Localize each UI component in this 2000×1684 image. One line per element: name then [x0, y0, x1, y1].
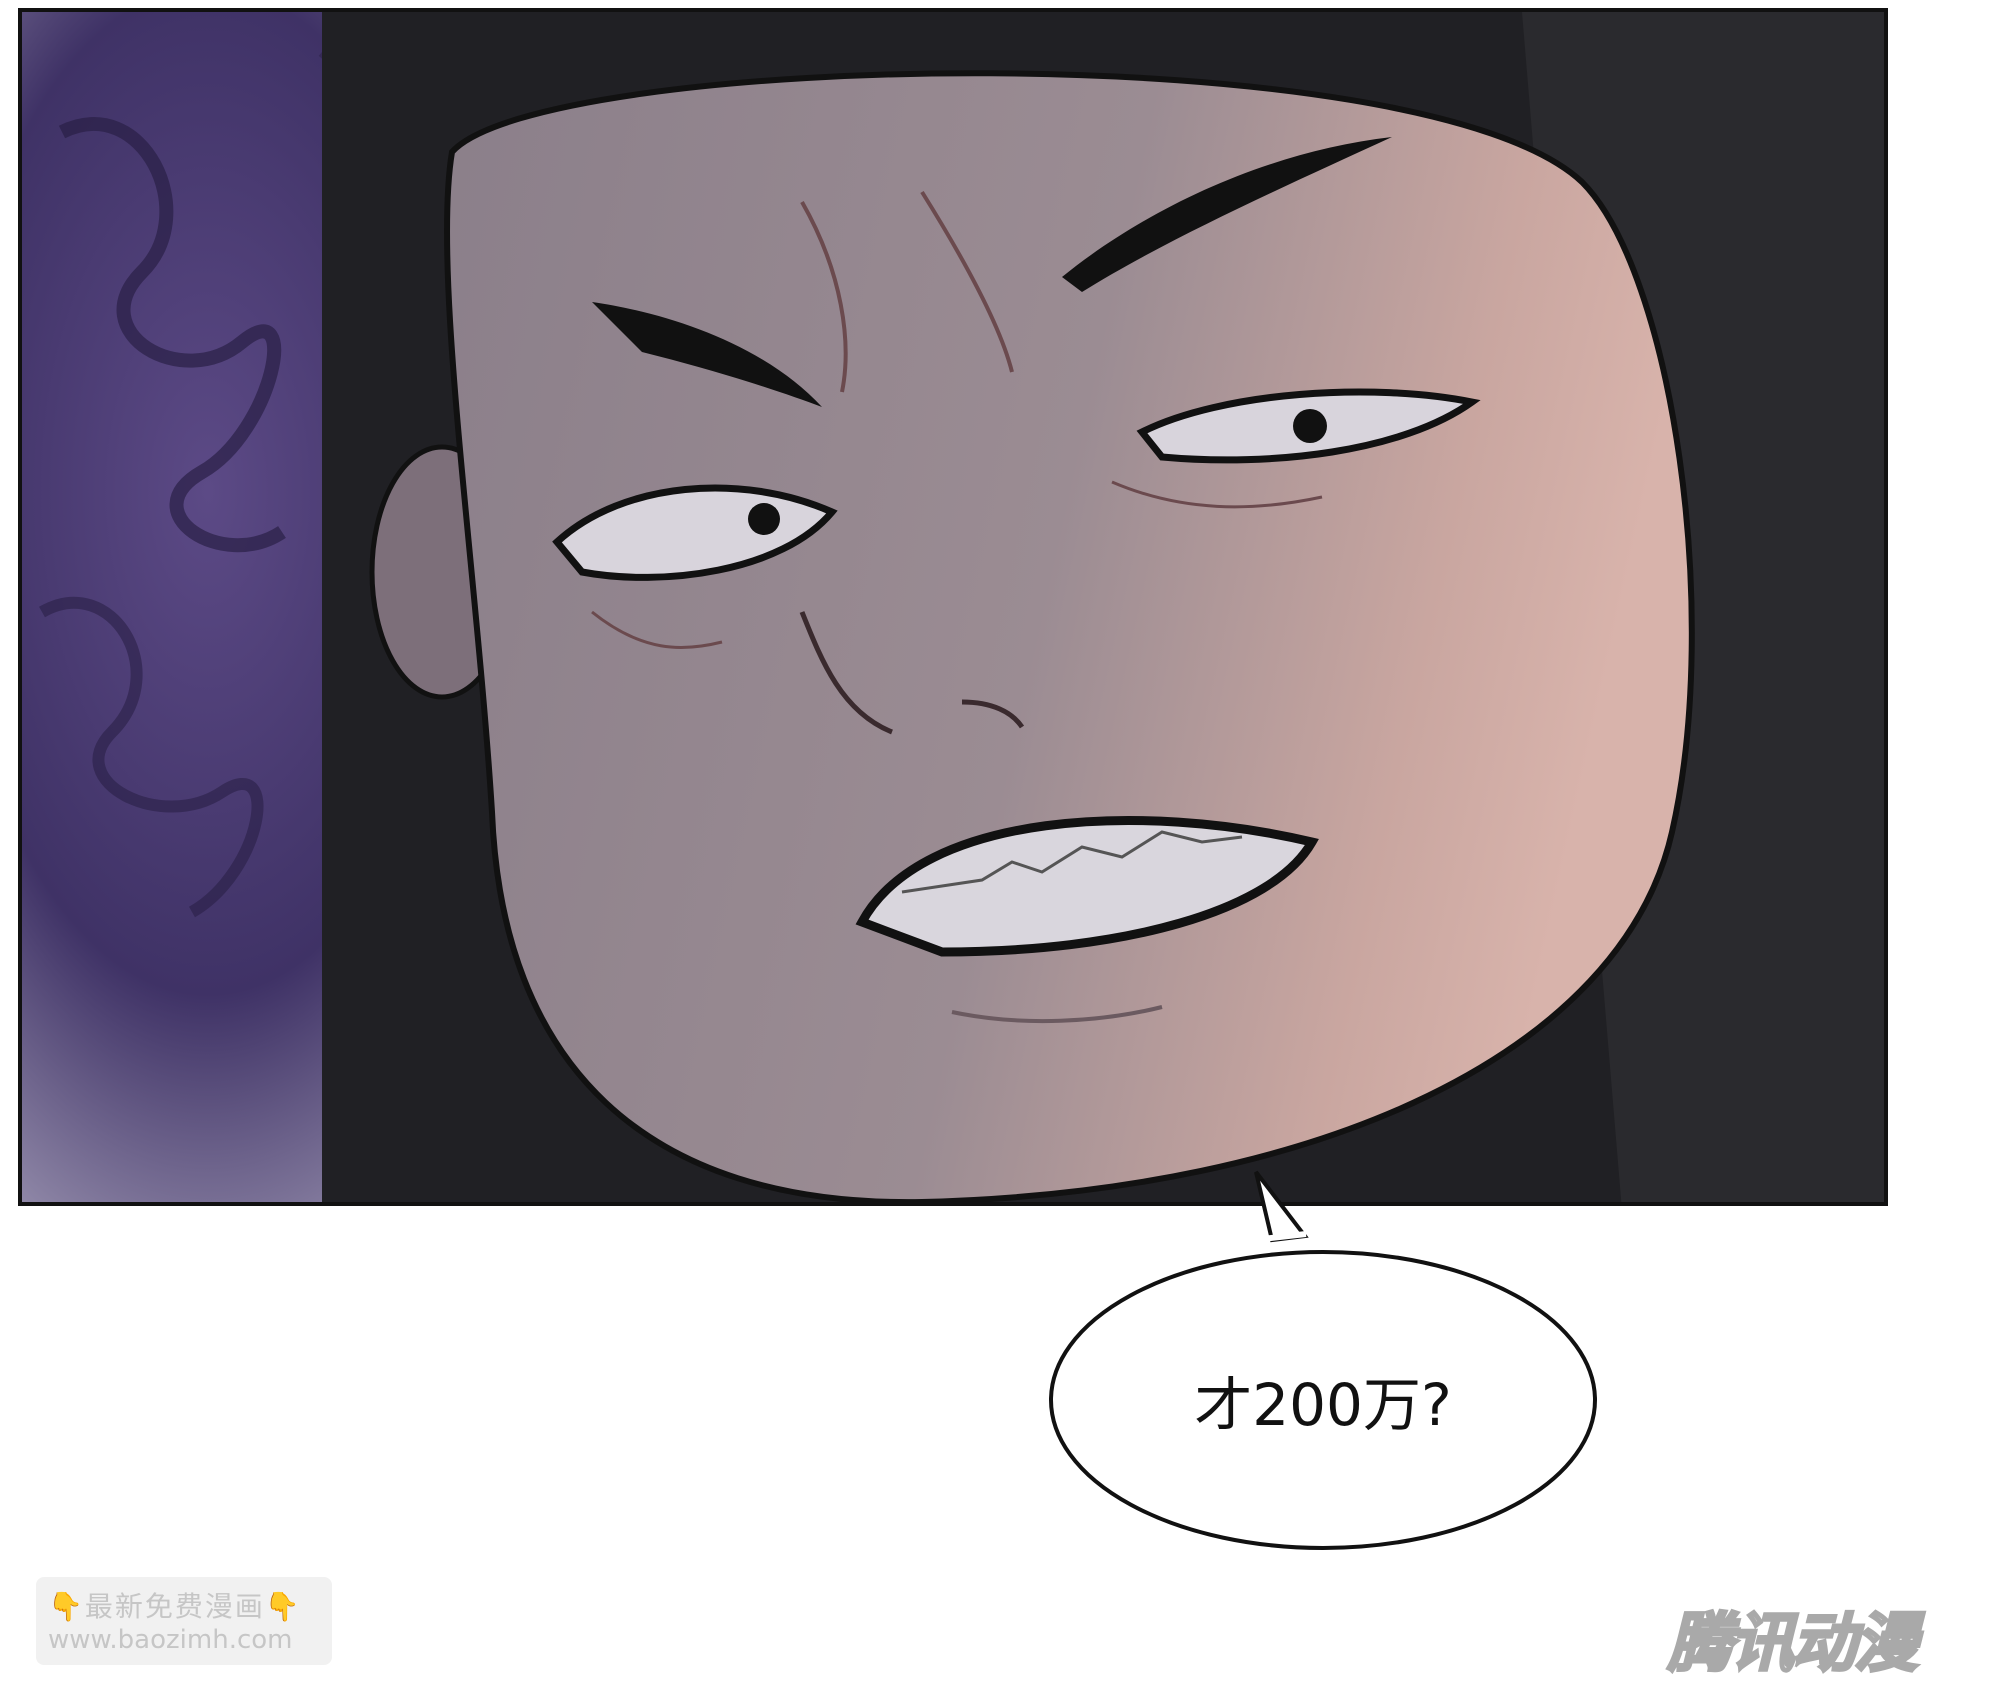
site-watermark: 👇最新免费漫画👇 www.baozimh.com: [36, 1577, 332, 1665]
watermark-line-1: 👇最新免费漫画👇: [48, 1590, 302, 1623]
speech-bubble-text: 才200万?: [1194, 1371, 1452, 1439]
publisher-logo: 腾讯动漫: [1667, 1606, 1920, 1683]
speech-bubble: [1049, 1170, 1597, 1550]
pointing-hand-icon: 👇: [264, 1590, 302, 1623]
watermark-url: www.baozimh.com: [48, 1625, 293, 1655]
pointing-hand-icon: 👇: [48, 1590, 85, 1623]
speech-bubble-tail: [1254, 1170, 1309, 1243]
